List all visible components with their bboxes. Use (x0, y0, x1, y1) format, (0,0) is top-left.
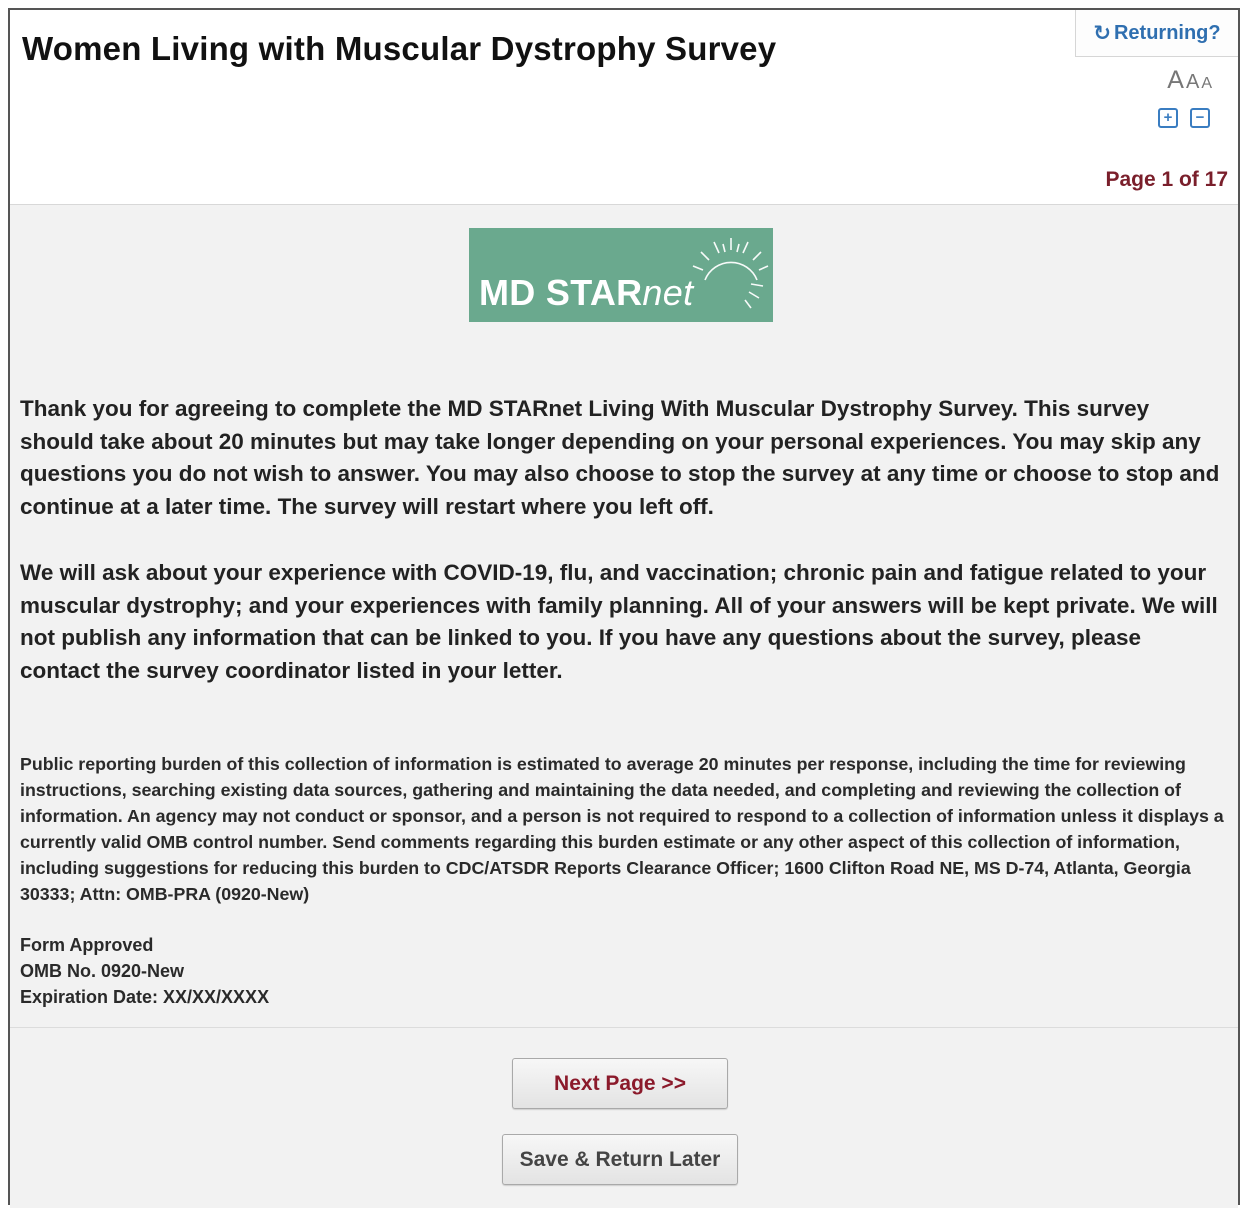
logo-main-text: MD STAR (479, 272, 643, 313)
form-approved-text: Form Approved (20, 935, 154, 955)
logo-text: MD STARnet (479, 272, 693, 314)
intro-paragraph: Thank you for agreeing to complete the M… (20, 396, 1220, 519)
page-indicator: Page 1 of 17 (1105, 168, 1228, 191)
survey-frame: Women Living with Muscular Dystrophy Sur… (8, 8, 1240, 1208)
survey-header: Women Living with Muscular Dystrophy Sur… (10, 10, 1238, 205)
font-size-medium-letter: A (1185, 71, 1200, 93)
survey-content: MD STARnet Thank you for agreeing to com… (10, 205, 1238, 1027)
omb-approval-block: Form Approved OMB No. 0920-New Expiratio… (20, 932, 269, 1010)
save-return-later-button[interactable]: Save & Return Later (502, 1134, 738, 1185)
font-size-small-letter: A (1201, 75, 1212, 92)
refresh-icon: ↻ (1093, 21, 1111, 45)
font-size-indicator: A A A (1165, 66, 1212, 95)
omb-number-text: OMB No. 0920-New (20, 961, 185, 981)
returning-button[interactable]: ↻ Returning? (1075, 10, 1238, 57)
logo-italic-text: net (642, 272, 694, 313)
minus-square-icon[interactable]: − (1190, 108, 1210, 128)
burden-statement: Public reporting burden of this collecti… (20, 754, 1224, 904)
returning-label: Returning? (1113, 21, 1221, 44)
font-size-large-letter: A (1167, 66, 1184, 94)
page-title: Women Living with Muscular Dystrophy Sur… (22, 30, 777, 67)
font-zoom-controls: + − (1158, 108, 1210, 128)
next-page-button[interactable]: Next Page >> (512, 1058, 728, 1109)
md-starnet-logo: MD STARnet (469, 228, 773, 322)
expiration-date-text: Expiration Date: XX/XX/XXXX (20, 987, 270, 1007)
plus-square-icon[interactable]: + (1158, 108, 1178, 128)
survey-topics-paragraph: We will ask about your experience with C… (20, 560, 1218, 683)
survey-footer: Next Page >> Save & Return Later (10, 1027, 1238, 1208)
